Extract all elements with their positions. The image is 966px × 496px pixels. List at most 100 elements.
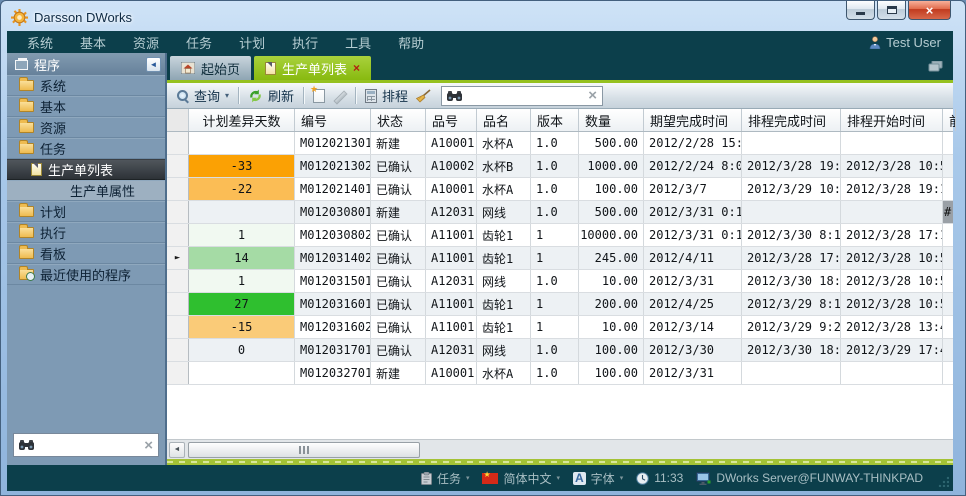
column-header[interactable]: 排程开始时间: [841, 109, 943, 131]
table-row[interactable]: 1 M012031501 已确认 A12031 网线 1.0 10.00 201…: [167, 270, 953, 293]
menu-item[interactable]: 执行: [292, 33, 318, 52]
toolbar-search-box[interactable]: ×: [441, 86, 603, 106]
user-indicator[interactable]: Test User: [869, 35, 941, 50]
monitor-icon: [696, 472, 711, 485]
refresh-label: 刷新: [268, 86, 294, 105]
minimize-button[interactable]: [846, 1, 875, 20]
program-window-icon: [15, 60, 28, 70]
column-header[interactable]: 状态: [371, 109, 426, 131]
menu-item[interactable]: 任务: [186, 33, 212, 52]
row-indicator: [167, 201, 189, 223]
task-label: 任务: [437, 470, 461, 487]
chevron-down-icon: ▾: [620, 474, 624, 482]
column-header[interactable]: 排程完成时间: [742, 109, 841, 131]
sidebar-item-label: 系统: [40, 76, 66, 95]
query-button[interactable]: 查询 ▾: [176, 86, 229, 105]
column-header[interactable]: 前: [943, 109, 956, 131]
sidebar-search-input[interactable]: [38, 438, 140, 452]
server-indicator[interactable]: DWorks Server@FUNWAY-THINKPAD: [696, 471, 923, 485]
sidebar-item-label: 执行: [40, 223, 66, 242]
refresh-button[interactable]: 刷新: [248, 86, 294, 105]
schedule-button[interactable]: 排程: [365, 86, 408, 105]
schedule-start-cell: 2012/3/28 10:52: [841, 270, 943, 292]
order-code-cell: M012031601: [295, 293, 371, 315]
version-cell: 1.0: [531, 132, 579, 154]
tab-production-label: 生产单列表: [282, 59, 347, 78]
expected-finish-cell: 2012/3/30: [644, 339, 742, 361]
title-bar[interactable]: Darsson DWorks ×: [1, 1, 965, 31]
close-button[interactable]: ×: [908, 1, 951, 20]
toolbar-search-clear-icon[interactable]: ×: [588, 88, 597, 103]
sidebar-item-entry[interactable]: 资源: [7, 117, 165, 138]
column-header[interactable]: 品号: [426, 109, 477, 131]
scroll-left-button[interactable]: ◄: [169, 442, 185, 458]
sidebar-item-selected[interactable]: 生产单列表: [7, 159, 165, 180]
resize-grip[interactable]: [938, 476, 949, 487]
scrollbar-thumb[interactable]: [188, 442, 420, 458]
tab-close-icon[interactable]: ×: [353, 62, 360, 74]
item-name-cell: 网线: [477, 201, 531, 223]
table-row[interactable]: -33 M012021302 已确认 A10002 水杯B 1.0 1000.0…: [167, 155, 953, 178]
version-cell: 1.0: [531, 339, 579, 361]
column-header[interactable]: 品名: [477, 109, 531, 131]
tab-home[interactable]: 起始页: [170, 56, 251, 80]
sidebar-collapse-button[interactable]: ◄: [146, 57, 161, 72]
version-cell: 1.0: [531, 201, 579, 223]
sidebar-item-entry[interactable]: 执行: [7, 222, 165, 243]
font-menu[interactable]: A 字体 ▾: [573, 470, 623, 487]
table-row[interactable]: 27 M012031601 已确认 A11001 齿轮1 1 200.00 20…: [167, 293, 953, 316]
table-row[interactable]: M012032701 新建 A10001 水杯A 1.0 100.00 2012…: [167, 362, 953, 385]
language-menu[interactable]: ★ 简体中文 ▾: [482, 470, 560, 487]
tab-production-order-list[interactable]: 生产单列表 ×: [254, 56, 371, 80]
item-name-cell: 齿轮1: [477, 224, 531, 246]
new-button[interactable]: [313, 89, 325, 103]
sidebar-search-clear-icon[interactable]: ×: [144, 438, 153, 453]
menu-item[interactable]: 基本: [80, 33, 106, 52]
status-cell: 已确认: [371, 155, 426, 177]
quantity-cell: 100.00: [579, 178, 644, 200]
sidebar-item-entry[interactable]: 最近使用的程序: [7, 264, 165, 285]
sidebar-item-entry[interactable]: 计划: [7, 201, 165, 222]
table-row[interactable]: -15 M012031602 已确认 A11001 齿轮1 1 10.00 20…: [167, 316, 953, 339]
menu-item[interactable]: 计划: [239, 33, 265, 52]
sidebar-item-entry[interactable]: 生产单属性: [7, 180, 165, 201]
sidebar-item-label: 最近使用的程序: [40, 265, 131, 284]
toolbar-search-input[interactable]: [466, 89, 584, 103]
table-row[interactable]: ► 14 M012031402 已确认 A11001 齿轮1 1 245.00 …: [167, 247, 953, 270]
table-row[interactable]: -22 M012021401 已确认 A10001 水杯A 1.0 100.00…: [167, 178, 953, 201]
horizontal-scrollbar[interactable]: ◄: [167, 439, 953, 459]
sidebar-item-entry[interactable]: 任务: [7, 138, 165, 159]
chevron-down-icon: ▾: [225, 91, 229, 100]
sidebar-item-entry[interactable]: 系统: [7, 75, 165, 96]
table-row[interactable]: 0 M012031701 已确认 A12031 网线 1.0 100.00 20…: [167, 339, 953, 362]
column-header[interactable]: 计划差异天数: [189, 109, 295, 131]
column-header[interactable]: 数量: [579, 109, 644, 131]
edit-button[interactable]: [332, 89, 346, 103]
schedule-finish-cell: 2012/3/30 18:00: [742, 339, 841, 361]
expected-finish-cell: 2012/3/31 0:17: [644, 224, 742, 246]
column-header[interactable]: 版本: [531, 109, 579, 131]
table-row[interactable]: 1 M012030802 已确认 A11001 齿轮1 1 10000.00 2…: [167, 224, 953, 247]
table-row[interactable]: M012030801 新建 A12031 网线 1.0 500.00 2012/…: [167, 201, 953, 224]
maximize-button[interactable]: [877, 1, 906, 20]
tab-list-icon[interactable]: [928, 61, 943, 72]
clear-schedule-button[interactable]: [415, 89, 431, 103]
task-menu[interactable]: 任务 ▾: [421, 470, 470, 487]
query-label: 查询: [194, 86, 220, 105]
menu-item[interactable]: 工具: [345, 33, 371, 52]
menu-item[interactable]: 帮助: [398, 33, 424, 52]
version-cell: 1.0: [531, 270, 579, 292]
column-header[interactable]: 编号: [295, 109, 371, 131]
menu-item[interactable]: 资源: [133, 33, 159, 52]
sidebar-item-entry[interactable]: 基本: [7, 96, 165, 117]
indicator-header-cell: [167, 109, 189, 131]
column-header[interactable]: 期望完成时间: [644, 109, 742, 131]
scrollbar-grip-icon: [299, 446, 310, 454]
status-cell: 已确认: [371, 224, 426, 246]
sidebar-filler: [7, 285, 165, 429]
status-bar: 任务 ▾ ★ 简体中文 ▾ A 字体 ▾ 11:33: [7, 465, 953, 491]
menu-item[interactable]: 系统: [27, 33, 53, 52]
sidebar-search-box[interactable]: ×: [13, 433, 159, 457]
table-row[interactable]: M012021301 新建 A10001 水杯A 1.0 500.00 2012…: [167, 132, 953, 155]
sidebar-item-entry[interactable]: 看板: [7, 243, 165, 264]
